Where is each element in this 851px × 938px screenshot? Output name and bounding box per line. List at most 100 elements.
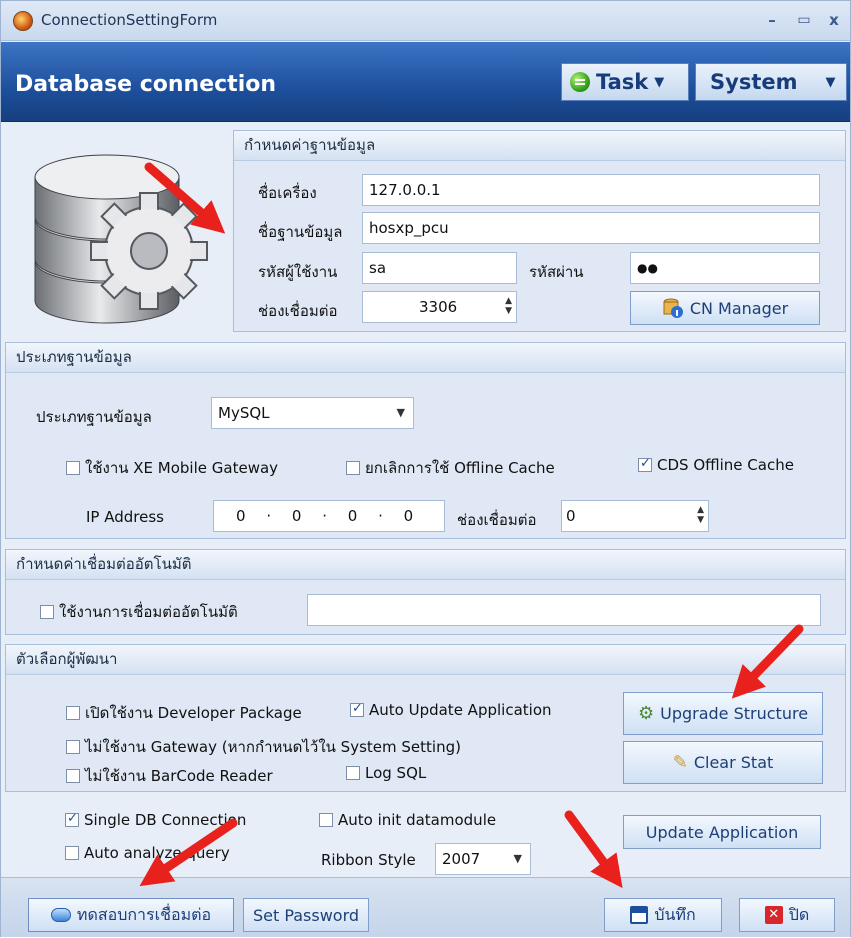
- port-label: ช่องเชื่อมต่อ: [258, 302, 338, 320]
- save-label: บันทึก: [654, 904, 696, 924]
- update-application-button[interactable]: Update Application: [623, 815, 821, 849]
- group-title: ประเภทฐานข้อมูล: [6, 343, 845, 373]
- xe-gateway-label: ใช้งาน XE Mobile Gateway: [85, 459, 279, 477]
- developer-package-label: เปิดใช้งาน Developer Package: [85, 704, 302, 722]
- group-title: กำหนดค่าฐานข้อมูล: [234, 131, 845, 161]
- auto-connect-input[interactable]: [307, 594, 821, 626]
- ip-octet-4: 0: [403, 507, 415, 525]
- host-input[interactable]: 127.0.0.1: [362, 174, 820, 206]
- host-label: ชื่อเครื่อง: [258, 184, 317, 202]
- password-label: รหัสผ่าน: [529, 263, 584, 281]
- ip-address-label: IP Address: [86, 508, 164, 526]
- developer-package-checkbox[interactable]: เปิดใช้งาน Developer Package: [66, 701, 302, 725]
- username-input[interactable]: sa: [362, 252, 517, 284]
- checkbox-box[interactable]: [66, 461, 80, 475]
- close-window-button[interactable]: x: [823, 9, 845, 31]
- test-connection-label: ทดสอบการเชื่อมต่อ: [76, 904, 212, 924]
- upgrade-structure-button[interactable]: ⚙ Upgrade Structure: [623, 692, 823, 735]
- monitor-icon: [50, 908, 71, 922]
- test-connection-button[interactable]: ทดสอบการเชื่อมต่อ: [28, 898, 234, 932]
- log-sql-checkbox[interactable]: Log SQL: [346, 764, 426, 782]
- set-password-button[interactable]: Set Password: [243, 898, 369, 932]
- close-x-icon: ✕: [764, 906, 783, 924]
- checkbox-box[interactable]: [346, 461, 360, 475]
- spin-arrows-icon[interactable]: ▲ ▼: [505, 296, 512, 316]
- gear-icon: ⚙: [637, 703, 655, 724]
- auto-init-label: Auto init datamodule: [338, 811, 497, 829]
- checkbox-box[interactable]: [66, 740, 80, 754]
- ip-octet-2: 0: [291, 507, 303, 525]
- ip-address-input[interactable]: 0 · 0 · 0 · 0: [213, 500, 445, 532]
- database-settings-group: กำหนดค่าฐานข้อมูล ชื่อเครื่อง 127.0.0.1 …: [233, 130, 846, 332]
- database-info-icon: [663, 298, 683, 318]
- single-db-checkbox[interactable]: Single DB Connection: [65, 811, 246, 829]
- auto-analyze-label: Auto analyze query: [84, 844, 230, 862]
- no-barcode-label: ไม่ใช้งาน BarCode Reader: [85, 767, 273, 785]
- ribbon-style-label: Ribbon Style: [321, 851, 416, 869]
- auto-update-checkbox[interactable]: Auto Update Application: [350, 701, 552, 719]
- window-title: ConnectionSettingForm: [41, 11, 218, 29]
- no-gateway-checkbox[interactable]: ไม่ใช้งาน Gateway (หากกำหนดไว้ใน System …: [66, 735, 461, 759]
- header-title: Database connection: [15, 72, 277, 97]
- system-menu-button[interactable]: System ▼: [695, 63, 847, 101]
- auto-update-label: Auto Update Application: [369, 701, 552, 719]
- auto-connect-checkbox[interactable]: ใช้งานการเชื่อมต่ออัตโนมัติ: [40, 600, 238, 624]
- ip-dot: ·: [266, 507, 273, 525]
- dbname-input[interactable]: hosxp_pcu: [362, 212, 820, 244]
- database-type-group: ประเภทฐานข้อมูล ประเภทฐานข้อมูล MySQL ▼ …: [5, 342, 846, 539]
- chevron-down-icon: ▼: [513, 852, 522, 865]
- checkbox-box[interactable]: [66, 706, 80, 720]
- user-label: รหัสผู้ใช้งาน: [258, 263, 338, 281]
- task-menu-button[interactable]: Task ▼: [561, 63, 689, 101]
- checkbox-box[interactable]: [40, 605, 54, 619]
- password-input[interactable]: ●●: [630, 252, 820, 284]
- form-header: Database connection Task ▼ System ▼: [1, 42, 850, 122]
- ribbon-style-select[interactable]: 2007 ▼: [435, 843, 531, 875]
- clear-stat-button[interactable]: ✎ Clear Stat: [623, 741, 823, 784]
- floppy-disk-icon: [630, 906, 649, 924]
- cds-offline-cache-checkbox[interactable]: CDS Offline Cache: [638, 456, 794, 474]
- checkbox-box[interactable]: [319, 813, 333, 827]
- no-barcode-checkbox[interactable]: ไม่ใช้งาน BarCode Reader: [66, 764, 273, 788]
- offline-cache-label: ยกเลิกการใช้ Offline Cache: [365, 459, 555, 477]
- upgrade-structure-label: Upgrade Structure: [660, 704, 809, 723]
- port-value: 3306: [419, 298, 458, 316]
- checkbox-box-checked[interactable]: [638, 456, 652, 472]
- checkbox-box[interactable]: [66, 769, 80, 783]
- cancel-offline-cache-checkbox[interactable]: ยกเลิกการใช้ Offline Cache: [346, 456, 555, 480]
- single-db-label: Single DB Connection: [84, 811, 247, 829]
- checkbox-box[interactable]: [346, 766, 360, 780]
- maximize-button[interactable]: ▭: [793, 9, 815, 31]
- ip-port-spin-input[interactable]: 0 ▲ ▼: [561, 500, 709, 532]
- chevron-down-icon: ▼: [654, 74, 665, 90]
- port-spin-input[interactable]: 3306 ▲ ▼: [362, 291, 517, 323]
- task-icon: [570, 72, 590, 92]
- close-label: ปิด: [788, 904, 810, 924]
- auto-connect-label: ใช้งานการเชื่อมต่ออัตโนมัติ: [59, 603, 238, 621]
- group-title: กำหนดค่าเชื่อมต่ออัตโนมัติ: [6, 550, 845, 580]
- save-button[interactable]: บันทึก: [604, 898, 722, 932]
- db-type-label: ประเภทฐานข้อมูล: [36, 408, 152, 426]
- ip-port-value: 0: [566, 507, 576, 525]
- auto-init-checkbox[interactable]: Auto init datamodule: [319, 811, 496, 829]
- footer-bar: ทดสอบการเชื่อมต่อ Set Password บันทึก ✕ …: [1, 877, 850, 937]
- dbname-label: ชื่อฐานข้อมูล: [258, 223, 343, 241]
- minimize-button[interactable]: –: [761, 9, 783, 31]
- checkbox-box[interactable]: [65, 846, 79, 860]
- ip-dot: ·: [378, 507, 384, 525]
- auto-analyze-checkbox[interactable]: Auto analyze query: [65, 844, 230, 862]
- red-arrow-icon: [564, 810, 623, 889]
- group-title: ตัวเลือกผู้พัฒนา: [6, 645, 845, 675]
- checkbox-box-checked[interactable]: [350, 701, 364, 717]
- checkbox-box-checked[interactable]: [65, 811, 79, 827]
- spin-arrows-icon[interactable]: ▲ ▼: [697, 505, 704, 525]
- ribbon-style-value: 2007: [442, 850, 481, 868]
- db-type-select[interactable]: MySQL ▼: [211, 397, 414, 429]
- cn-manager-label: CN Manager: [689, 298, 789, 318]
- xe-gateway-checkbox[interactable]: ใช้งาน XE Mobile Gateway: [66, 456, 278, 480]
- connection-setting-window: ConnectionSettingForm – ▭ x Database con…: [0, 0, 851, 937]
- cn-manager-button[interactable]: CN Manager: [630, 291, 820, 325]
- no-gateway-label: ไม่ใช้งาน Gateway (หากกำหนดไว้ใน System …: [85, 738, 461, 756]
- close-button[interactable]: ✕ ปิด: [739, 898, 835, 932]
- chevron-down-icon: ▼: [825, 74, 836, 90]
